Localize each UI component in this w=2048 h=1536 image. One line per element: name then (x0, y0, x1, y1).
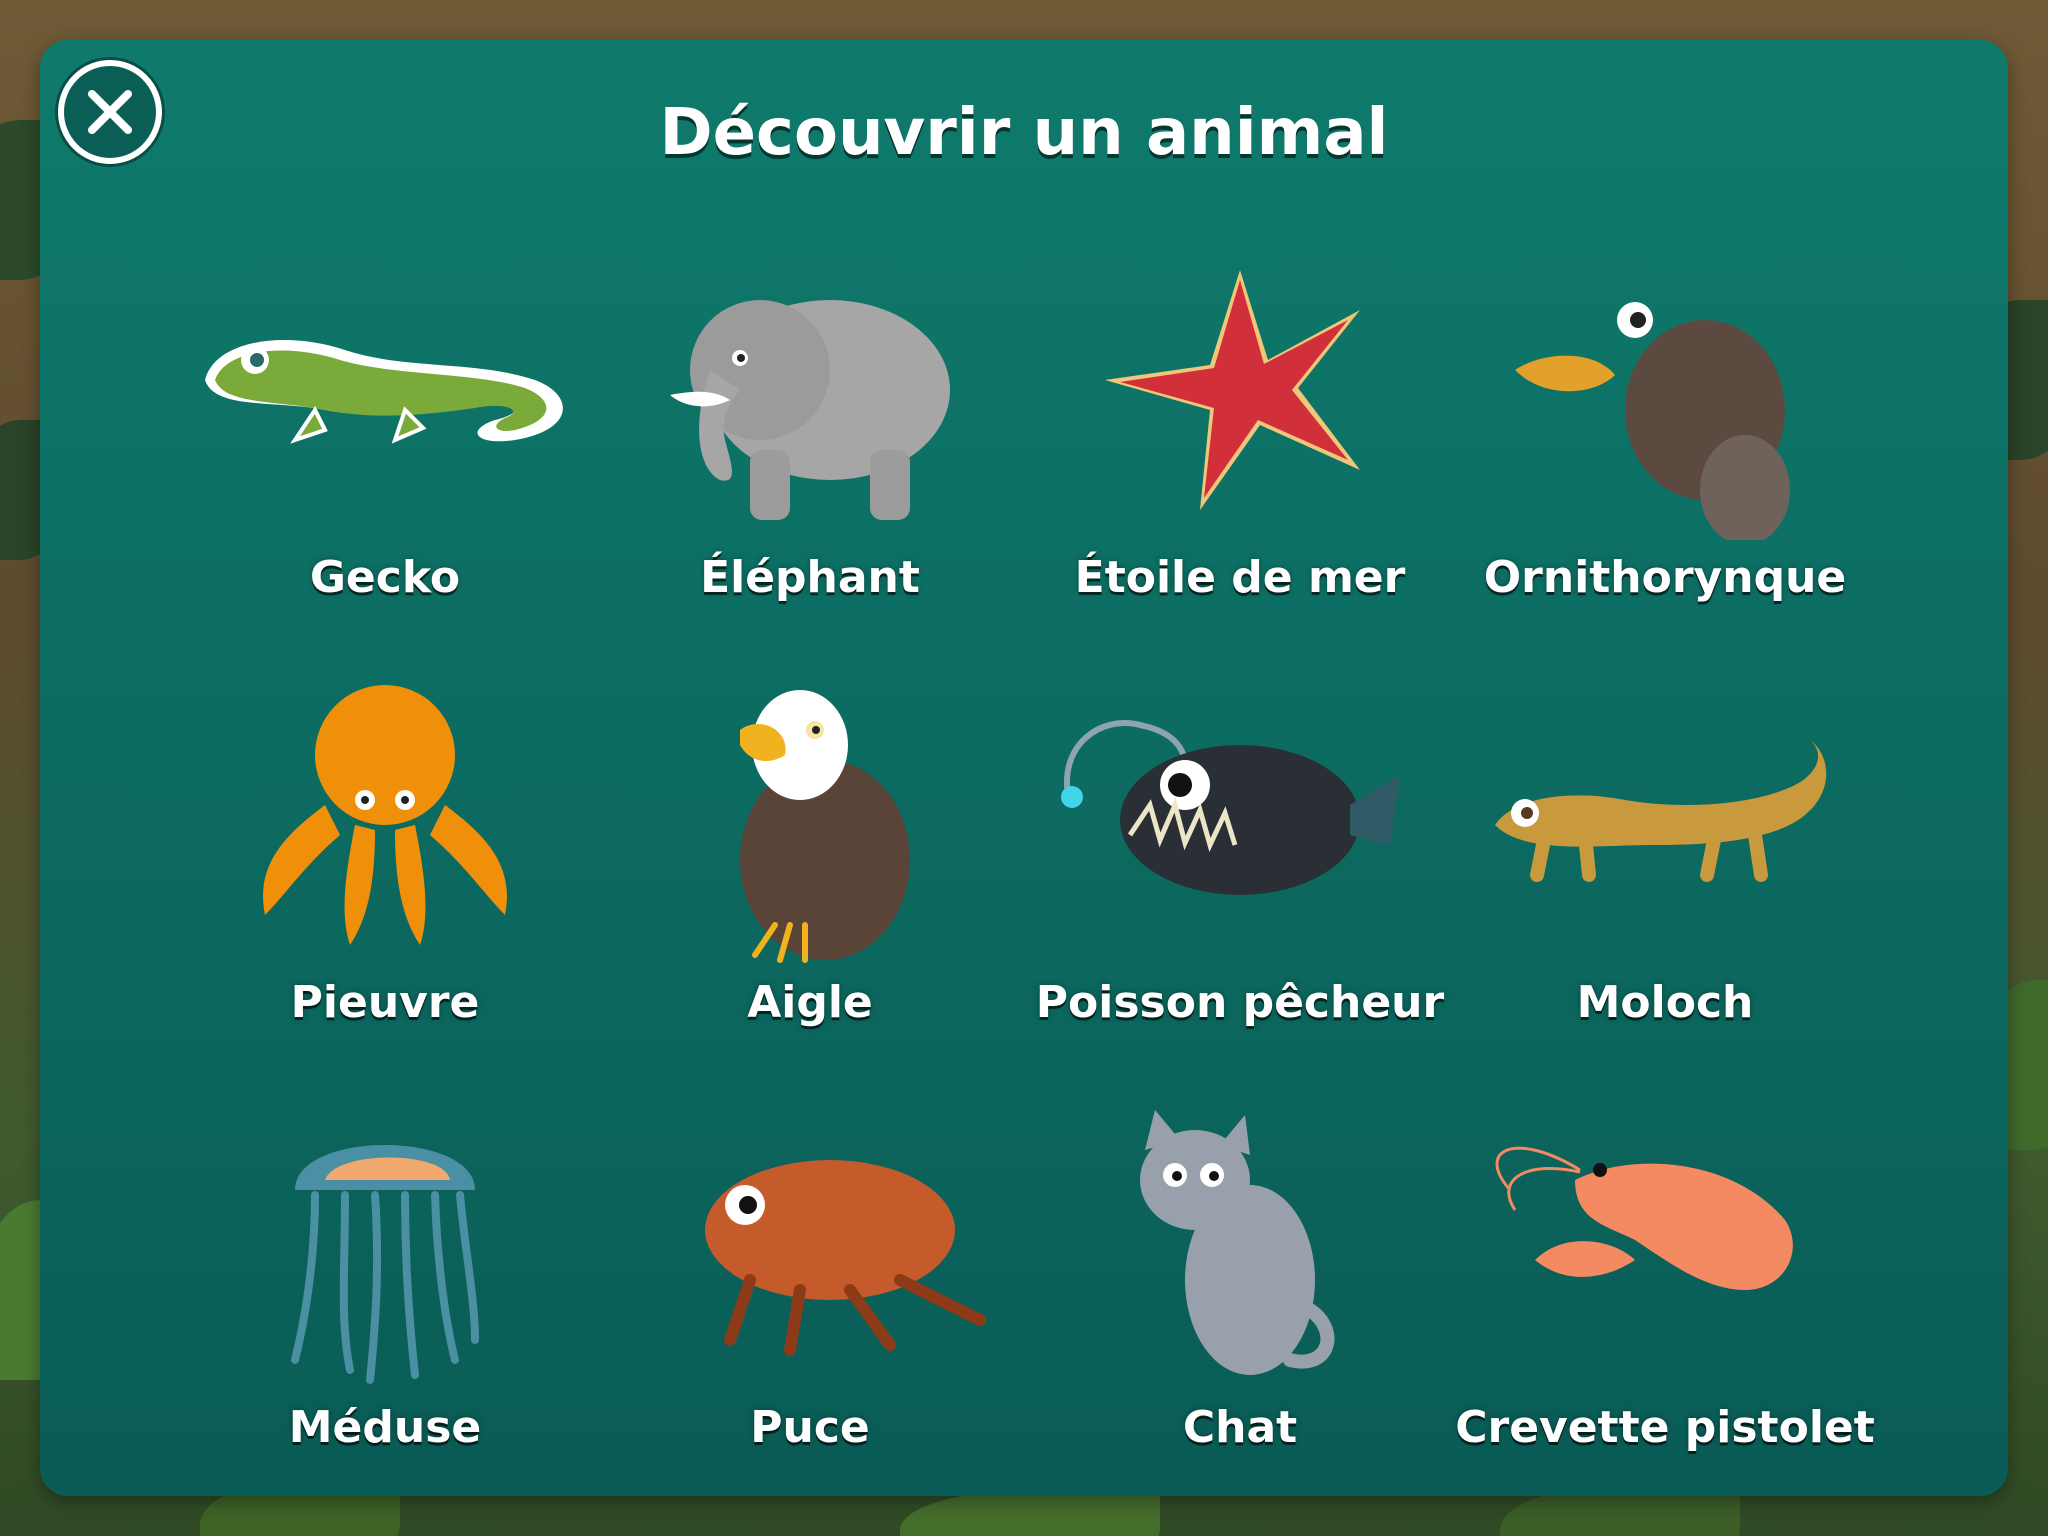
animal-label: Étoile de mer (1074, 552, 1406, 603)
jellyfish-illustration (291, 1145, 479, 1384)
animal-label: Éléphant (700, 552, 920, 603)
flea-illustration (705, 1160, 986, 1356)
animal-label: Chat (1182, 1402, 1298, 1453)
animal-label: Poisson pêcheur (1035, 977, 1445, 1028)
platypus-illustration (1515, 302, 1790, 540)
gecko-illustration (205, 340, 563, 444)
animal-label: Moloch (1576, 977, 1754, 1028)
animal-card-anglerfish[interactable]: Poisson pêcheur (1030, 685, 1450, 1065)
animal-card-eagle[interactable]: Aigle (600, 685, 1020, 1065)
animal-label: Puce (750, 1402, 870, 1453)
eagle-illustration (740, 690, 910, 963)
animal-label: Aigle (747, 977, 873, 1028)
animal-label: Méduse (288, 1402, 482, 1453)
animal-label: Gecko (309, 552, 461, 603)
animal-card-moloch[interactable]: Moloch (1455, 685, 1875, 1065)
animal-card-cat[interactable]: Chat (1030, 1110, 1450, 1490)
animal-card-platypus[interactable]: Ornithorynque (1455, 260, 1875, 640)
animal-card-octopus[interactable]: Pieuvre (175, 685, 595, 1065)
animal-card-gecko[interactable]: Gecko (175, 260, 595, 640)
moloch-illustration (1495, 740, 1827, 882)
starfish-illustration (1105, 270, 1360, 510)
elephant-illustration (670, 300, 950, 520)
animal-label: Ornithorynque (1483, 552, 1847, 603)
cat-illustration (1140, 1110, 1335, 1375)
animal-card-pistol-shrimp[interactable]: Crevette pistolet (1455, 1110, 1875, 1490)
animal-card-flea[interactable]: Puce (600, 1110, 1020, 1490)
animal-card-jellyfish[interactable]: Méduse (175, 1110, 595, 1490)
animal-card-elephant[interactable]: Éléphant (600, 260, 1020, 640)
animal-label: Pieuvre (290, 977, 480, 1028)
octopus-illustration (263, 685, 507, 945)
anglerfish-illustration (1061, 720, 1400, 895)
animal-card-starfish[interactable]: Étoile de mer (1030, 260, 1450, 640)
animal-grid: Gecko Éléphant Étoile de mer Ornithorynq… (0, 0, 2048, 1536)
animal-label: Crevette pistolet (1455, 1402, 1875, 1453)
pistol-shrimp-illustration (1495, 1146, 1793, 1290)
